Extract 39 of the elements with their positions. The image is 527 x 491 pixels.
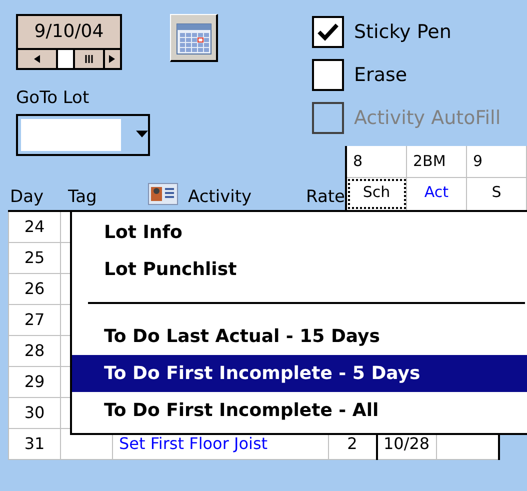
day-cell: 31 [8, 428, 60, 459]
day-cell: 24 [8, 211, 60, 242]
day-cell: 26 [8, 273, 60, 304]
day-cell: 25 [8, 242, 60, 273]
lot-number-cell: 9 [467, 146, 527, 178]
day-cell: 27 [8, 304, 60, 335]
column-header: Day [10, 187, 45, 207]
checkmark-icon [317, 23, 339, 41]
day-cell: 29 [8, 366, 60, 397]
menu-item[interactable]: Lot Punchlist [72, 251, 527, 288]
menu-item[interactable]: To Do First Incomplete - 5 Days [72, 355, 527, 392]
rate-text: 2 [347, 434, 358, 453]
checkbox-label[interactable]: Sticky Pen [312, 16, 501, 48]
column-header: Activity [188, 187, 252, 207]
column-header: Rate [306, 187, 345, 207]
day-cell: 30 [8, 397, 60, 428]
subheader-cell[interactable]: Sch [347, 178, 407, 210]
day-cell: 28 [8, 335, 60, 366]
checkbox-label[interactable]: Erase [312, 59, 501, 91]
calendar-icon [176, 20, 212, 54]
right-arrow-icon[interactable] [109, 55, 116, 63]
date-field[interactable]: 9/10/04 [18, 16, 120, 48]
contact-card-icon [148, 183, 178, 205]
menu-item[interactable]: To Do Last Actual - 15 Days [72, 318, 527, 355]
left-arrow-icon[interactable] [34, 55, 40, 63]
menu-item[interactable]: Lot Info [72, 214, 527, 251]
lot-number-cell: 2BM [407, 146, 467, 178]
scroll-grip-icon[interactable] [84, 55, 93, 63]
menu-item[interactable]: To Do First Incomplete - All [72, 392, 527, 429]
schedule-date-text: 10/28 [384, 434, 430, 453]
date-picker[interactable]: 9/10/04 [16, 14, 122, 70]
checkbox[interactable] [312, 16, 344, 48]
goto-lot-label: GoTo Lot [16, 88, 90, 108]
calendar-button[interactable] [170, 14, 218, 62]
dropdown-arrow-icon[interactable] [136, 130, 148, 138]
lot-number-cell: 8 [347, 146, 407, 178]
column-header: Tag [68, 187, 98, 207]
goto-lot-dropdown[interactable] [16, 114, 150, 156]
checkbox[interactable] [312, 59, 344, 91]
